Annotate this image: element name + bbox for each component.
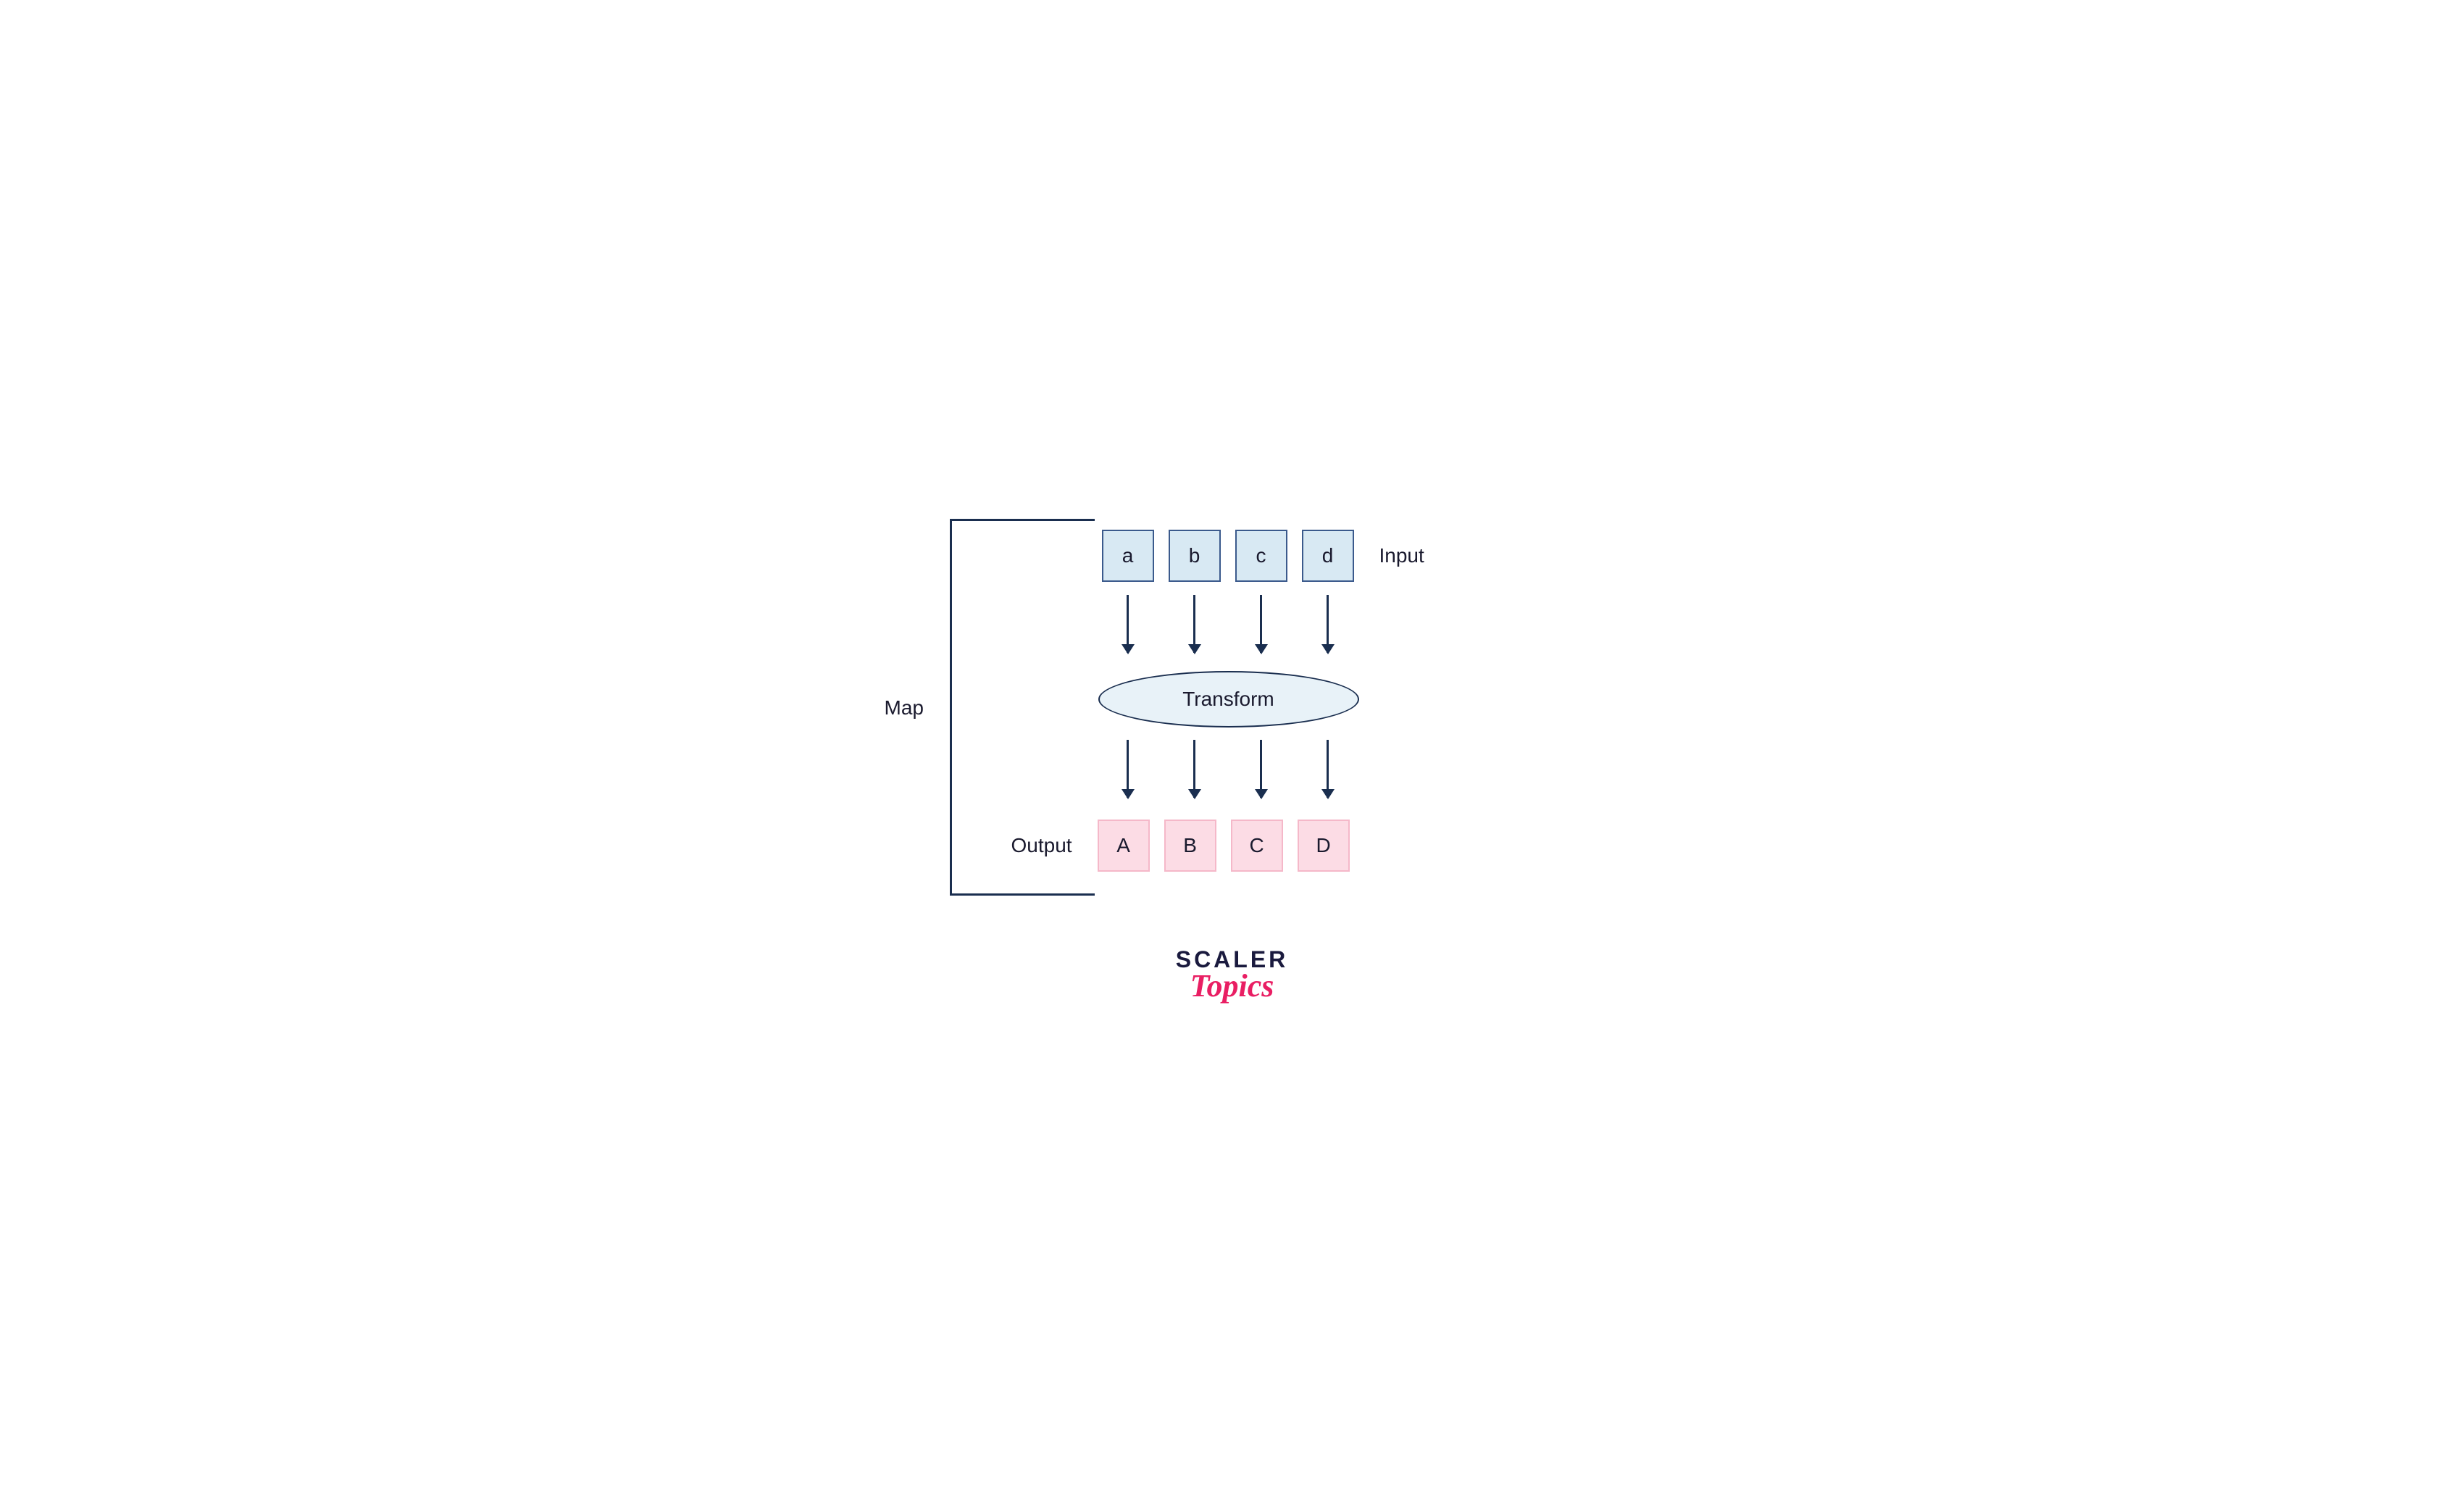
arrow-cell xyxy=(1169,588,1221,660)
input-label: Input xyxy=(1379,544,1424,567)
output-box-a: A xyxy=(1098,820,1150,872)
logo-line2: Topics xyxy=(1176,967,1289,1004)
arrow-cell xyxy=(1169,733,1221,805)
arrow-cell xyxy=(1235,733,1287,805)
output-box-c: C xyxy=(1231,820,1283,872)
arrow-down-icon xyxy=(1193,740,1195,798)
output-box-b: B xyxy=(1164,820,1216,872)
input-box-c: c xyxy=(1235,530,1287,582)
input-box-b: b xyxy=(1169,530,1221,582)
arrow-cell xyxy=(1102,588,1154,660)
scaler-topics-logo: SCALER Topics xyxy=(1176,946,1289,1004)
output-label: Output xyxy=(1011,834,1072,857)
map-label: Map xyxy=(885,696,924,720)
transform-node: Transform xyxy=(1098,671,1359,728)
arrow-down-icon xyxy=(1327,595,1329,653)
arrow-down-icon xyxy=(1127,740,1129,798)
arrow-cell xyxy=(1302,733,1354,805)
arrow-down-icon xyxy=(1260,740,1262,798)
arrow-cell xyxy=(1102,733,1154,805)
arrow-down-icon xyxy=(1260,595,1262,653)
input-box-a: a xyxy=(1102,530,1154,582)
arrow-cell xyxy=(1302,588,1354,660)
arrow-cell xyxy=(1235,588,1287,660)
output-box-d: D xyxy=(1298,820,1350,872)
arrow-down-icon xyxy=(1327,740,1329,798)
arrows-transform-to-output xyxy=(1102,733,1354,805)
diagram-container: Map a b c d Input Transform Output A xyxy=(725,443,1740,1062)
arrows-input-to-transform xyxy=(1102,588,1354,660)
input-box-d: d xyxy=(1302,530,1354,582)
arrow-down-icon xyxy=(1127,595,1129,653)
output-row: Output A B C D xyxy=(1011,820,1350,872)
arrow-down-icon xyxy=(1193,595,1195,653)
input-row: a b c d Input xyxy=(1102,530,1424,582)
map-diagram: Map a b c d Input Transform Output A xyxy=(870,486,1522,921)
